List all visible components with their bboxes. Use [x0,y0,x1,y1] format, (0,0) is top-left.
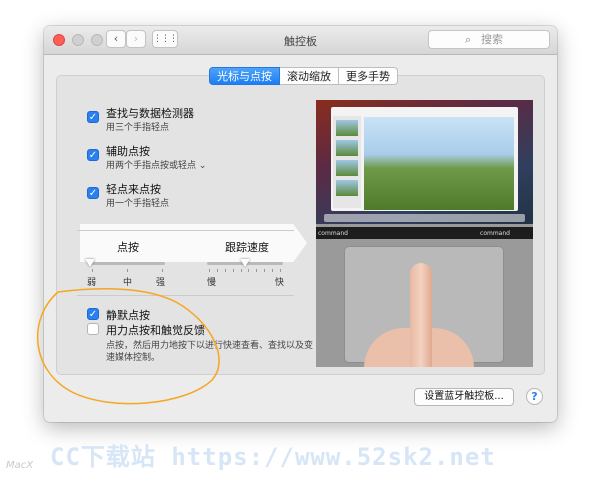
option-subtitle: 用三个手指轻点 [106,123,170,133]
click-slider-ticks [92,269,163,272]
tick-label: 慢 [207,278,217,288]
option-title: 用力点按和触觉反馈 [106,324,205,337]
tick-label: 快 [275,278,285,288]
tracking-slider-ticks [209,269,281,272]
preview-key-left: command [318,230,348,237]
gesture-preview-image: command command [316,100,533,367]
option-title: 辅助点按 [106,145,150,158]
preview-screen [316,100,533,224]
tracking-slider-knob[interactable] [240,259,250,267]
description-line: 速媒体控制。 [106,353,161,363]
preview-dock [324,214,525,222]
click-slider-label: 点按 [117,241,139,254]
option-subtitle: 用一个手指轻点 [106,199,170,209]
option-title: 静默点按 [106,309,150,322]
help-button[interactable]: ? [526,388,543,405]
search-field[interactable]: ⌕ 搜索 [428,30,550,49]
tab-point-click[interactable]: 光标与点按 [209,67,280,85]
option-title: 轻点来点按 [106,183,161,196]
watermark-text: CC下载站 https://www.52sk2.net [50,443,496,471]
silent-click-checkbox[interactable]: ✓ [87,308,99,320]
preview-key-right: command [480,230,510,237]
tab-bar: 光标与点按 滚动缩放 更多手势 [209,67,398,85]
tick-label: 弱 [87,278,97,288]
tap-to-click-checkbox[interactable]: ✓ [87,187,99,199]
divider [77,230,294,231]
tab-scroll-zoom[interactable]: 滚动缩放 [280,67,339,85]
divider [77,295,294,296]
lookup-checkbox[interactable]: ✓ [87,111,99,123]
search-placeholder: 搜索 [481,33,503,46]
force-click-checkbox[interactable] [87,323,99,335]
preview-keyboard: command command [316,227,533,239]
search-icon: ⌕ [465,33,472,46]
click-slider-track[interactable] [90,262,165,265]
preferences-window: ‹ › ⋮⋮⋮ 触控板 ⌕ 搜索 ✓ 查找与数据检测器 用三个手指轻点 ✓ 辅助… [44,26,557,422]
secondary-click-dropdown[interactable]: 用两个手指点按或轻点 ⌄ [106,158,206,171]
click-slider-knob[interactable] [85,259,95,267]
corner-mark: MacX [6,460,34,471]
bluetooth-trackpad-button[interactable]: 设置蓝牙触控板... [414,388,514,406]
tab-more-gestures[interactable]: 更多手势 [339,67,398,85]
secondary-click-checkbox[interactable]: ✓ [87,149,99,161]
preview-thumbnails [333,116,361,208]
titlebar: ‹ › ⋮⋮⋮ 触控板 ⌕ 搜索 [44,26,557,55]
preview-finger [410,263,432,367]
option-title: 查找与数据检测器 [106,107,194,120]
tick-label: 中 [123,278,133,288]
tick-label: 强 [156,278,166,288]
tracking-slider-label: 跟踪速度 [225,241,269,254]
preview-photo [364,117,514,210]
